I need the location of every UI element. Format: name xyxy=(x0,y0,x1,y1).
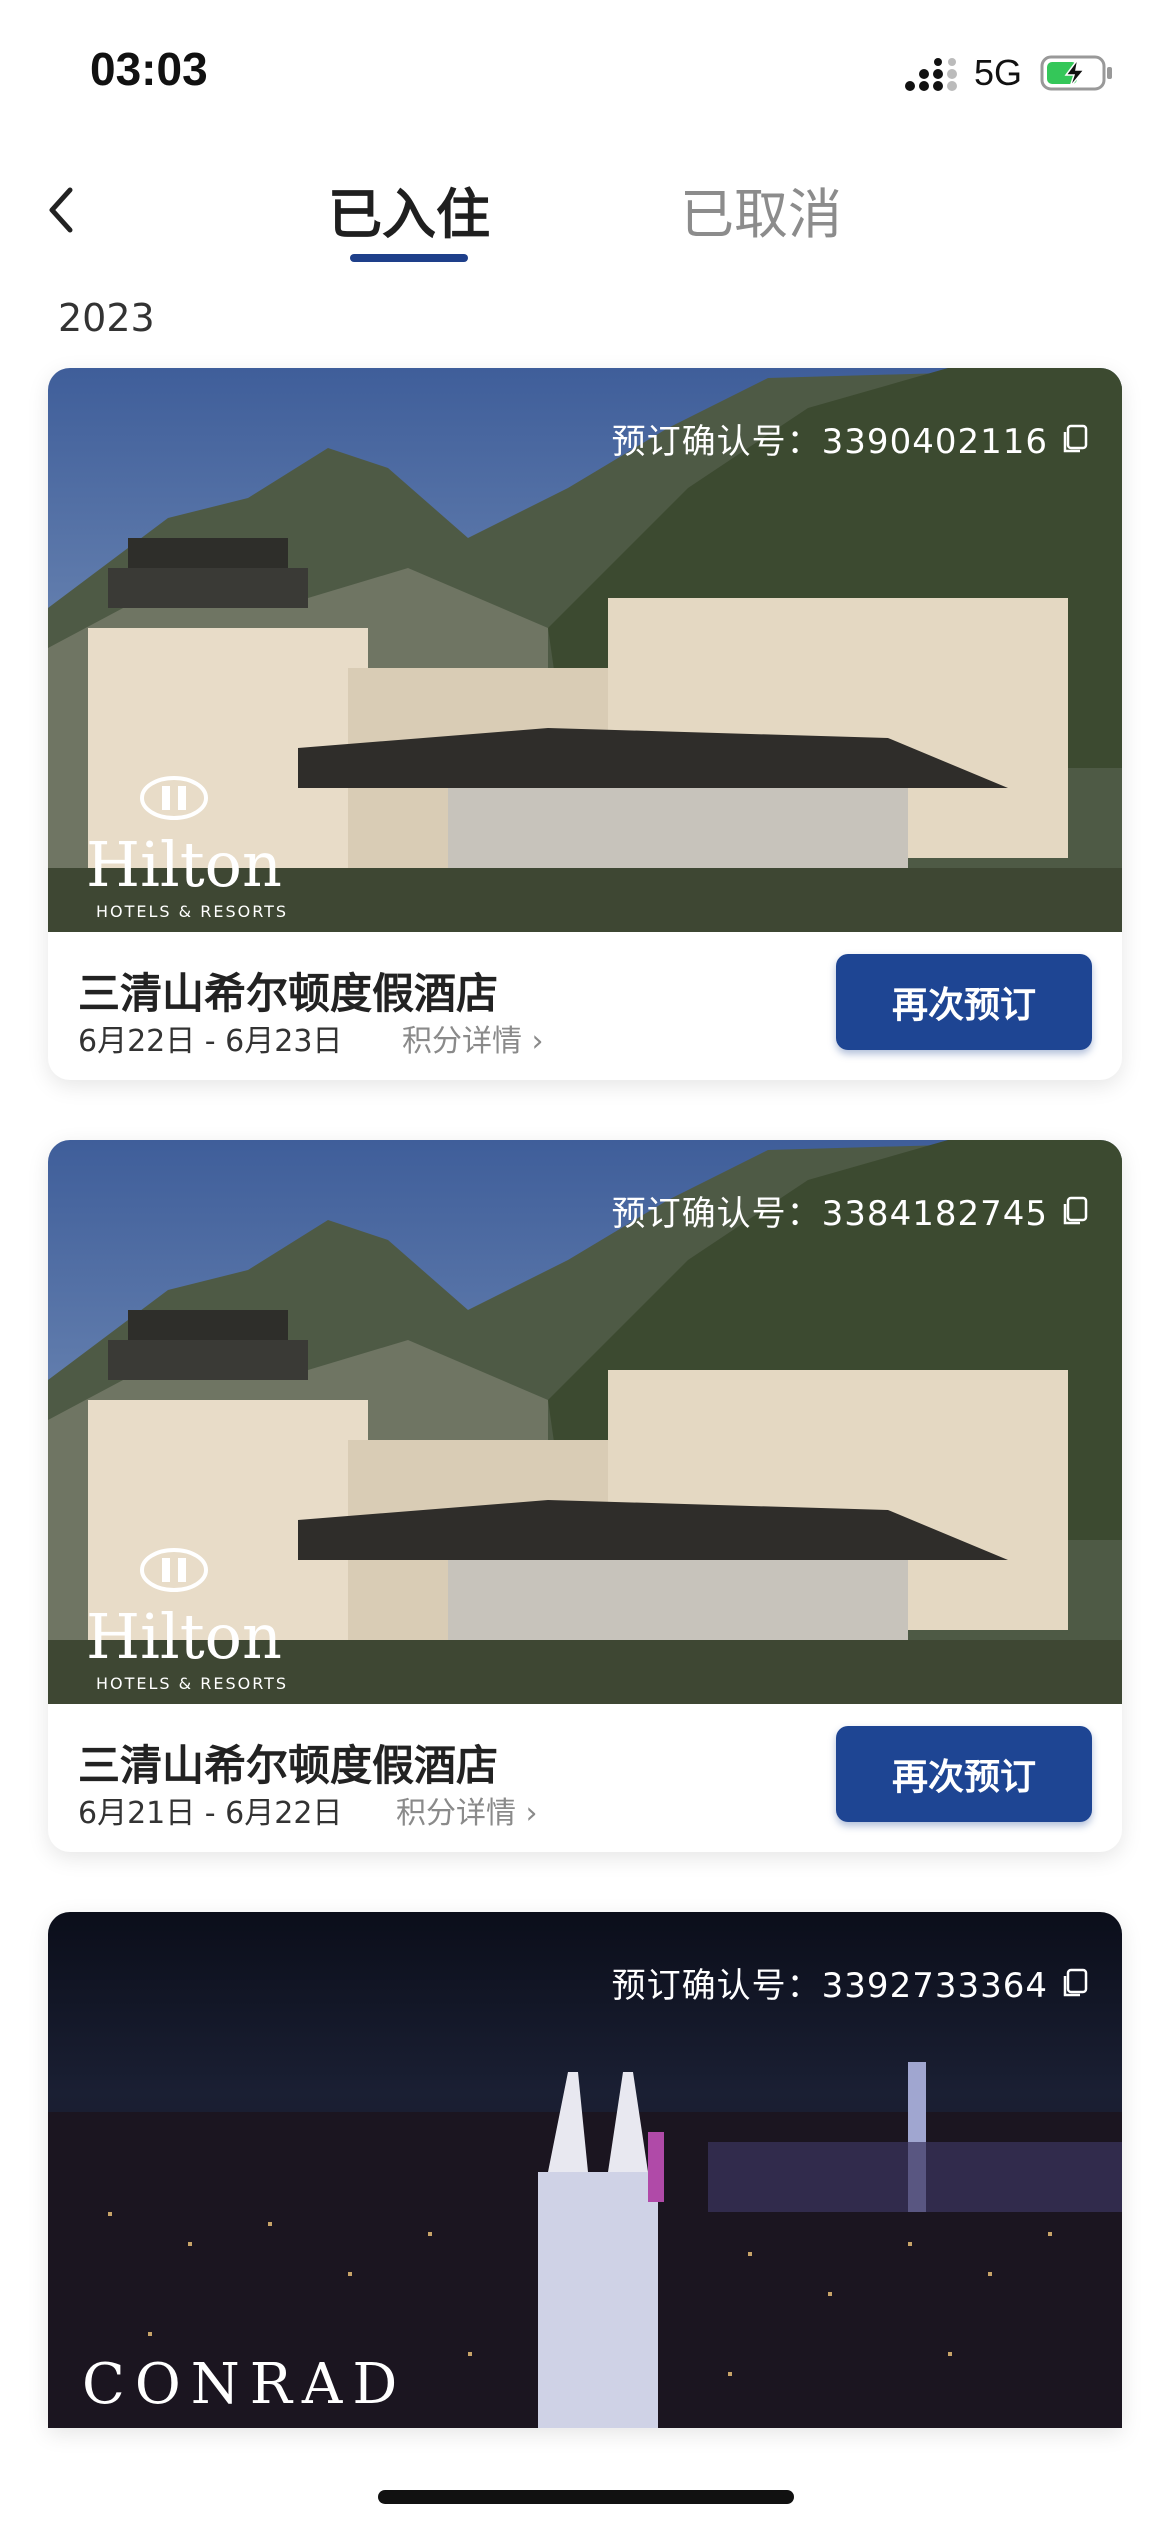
booking-info: 三清山希尔顿度假酒店 6月21日 - 6月22日 积分详情 › 再次预订 xyxy=(48,1704,1122,1852)
booking-card[interactable]: 预订确认号：3392733364 CONRAD xyxy=(48,1912,1122,2428)
points-details-link[interactable]: 积分详情 › xyxy=(396,1788,538,1832)
conrad-logo: CONRAD xyxy=(82,2352,408,2417)
booking-info: 三清山希尔顿度假酒店 6月22日 - 6月23日 积分详情 › 再次预订 xyxy=(48,932,1122,1080)
points-details-link[interactable]: 积分详情 › xyxy=(402,1016,544,1060)
status-time: 03:03 xyxy=(90,43,208,95)
stay-dates: 6月22日 - 6月23日 xyxy=(78,1024,343,1059)
hotel-photo: 预订确认号：3384182745 Hilton HOTELS & RESORTS xyxy=(48,1140,1122,1704)
confirmation-text: 预订确认号：3392733364 xyxy=(611,1966,1048,2006)
brand-subtitle: HOTELS & RESORTS xyxy=(96,902,289,921)
hotel-name: 三清山希尔顿度假酒店 xyxy=(78,1741,499,1790)
top-navigation: 已入住 已取消 xyxy=(0,150,1170,280)
copy-icon[interactable] xyxy=(1062,1196,1088,1226)
book-again-button[interactable]: 再次预订 xyxy=(836,954,1092,1050)
chevron-left-icon[interactable] xyxy=(40,180,80,240)
home-indicator[interactable] xyxy=(378,2490,794,2504)
brand-subtitle: HOTELS & RESORTS xyxy=(96,1674,289,1693)
book-again-button[interactable]: 再次预订 xyxy=(836,1726,1092,1822)
status-bar: 03:03 5G xyxy=(0,0,1170,150)
hotel-photo: 预订确认号：3392733364 CONRAD xyxy=(48,1912,1122,2428)
copy-icon[interactable] xyxy=(1062,1968,1088,1998)
confirmation-number: 预订确认号：3390402116 xyxy=(612,414,1088,463)
year-section-header: 2023 xyxy=(58,296,155,340)
booking-card[interactable]: 预订确认号：3384182745 Hilton HOTELS & RESORTS… xyxy=(48,1140,1122,1852)
confirmation-text: 预订确认号：3390402116 xyxy=(611,422,1048,462)
signal-icon xyxy=(905,58,957,91)
copy-icon[interactable] xyxy=(1062,424,1088,454)
confirmation-text: 预订确认号：3384182745 xyxy=(611,1194,1048,1234)
booking-card[interactable]: 预订确认号：3390402116 Hilton HOTELS & RESORTS… xyxy=(48,368,1122,1080)
active-tab-indicator xyxy=(350,254,468,262)
brand-name: Hilton xyxy=(86,828,282,901)
battery-charging-icon xyxy=(1040,55,1112,91)
network-type: 5G xyxy=(974,52,1023,93)
hotel-photo: 预订确认号：3390402116 Hilton HOTELS & RESORTS xyxy=(48,368,1122,932)
stay-dates: 6月21日 - 6月22日 xyxy=(78,1796,343,1831)
tab-cancelled[interactable]: 已取消 xyxy=(680,170,842,249)
hotel-name: 三清山希尔顿度假酒店 xyxy=(78,969,499,1018)
tab-checked-in[interactable]: 已入住 xyxy=(328,170,490,249)
confirmation-number: 预订确认号：3392733364 xyxy=(612,1958,1088,2007)
confirmation-number: 预订确认号：3384182745 xyxy=(612,1186,1088,1235)
brand-name: Hilton xyxy=(86,1600,282,1673)
